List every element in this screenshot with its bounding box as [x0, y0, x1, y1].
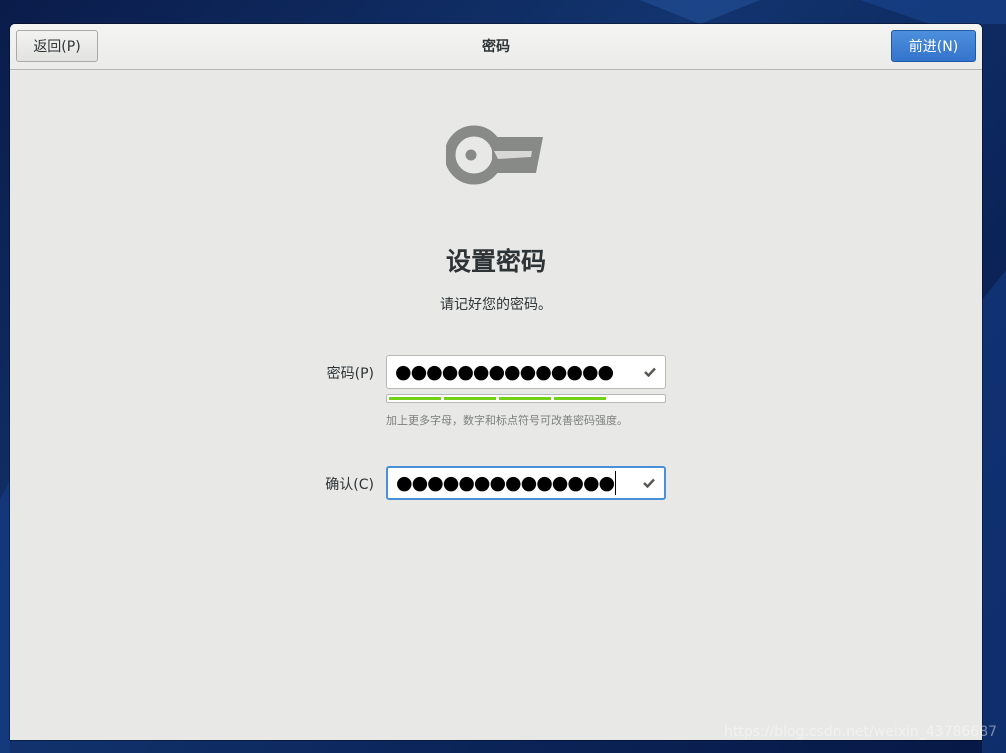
- header-bar: 密码 返回(P) 前进(N): [10, 24, 982, 70]
- confirm-label: 确认(C): [325, 477, 374, 493]
- confirm-password-input[interactable]: ●●●●●●●●●●●●●●: [386, 466, 666, 500]
- page-subtitle: 请记好您的密码。: [440, 297, 552, 313]
- next-button[interactable]: 前进(N): [891, 30, 976, 62]
- password-strength-hint: 加上更多字母，数字和标点符号可改善密码强度。: [386, 414, 628, 427]
- password-strength-bar: [386, 394, 666, 403]
- page-title: 设置密码: [445, 247, 546, 276]
- watermark: https://blog.csdn.net/weixin_43786687: [724, 724, 998, 740]
- check-icon: [644, 367, 656, 377]
- text-caret: [615, 471, 617, 495]
- check-icon: [643, 478, 655, 488]
- page-header-title: 密码: [482, 39, 510, 55]
- password-input[interactable]: ●●●●●●●●●●●●●●: [386, 355, 666, 389]
- installer-window: 密码 返回(P) 前进(N) 设置密码 请记好您的密码。 密码(P) ●●●●●…: [10, 24, 982, 740]
- password-strength-fill: [389, 397, 608, 400]
- key-icon: [446, 125, 543, 185]
- password-label: 密码(P): [326, 366, 374, 382]
- confirm-password-value: ●●●●●●●●●●●●●●: [396, 472, 615, 494]
- back-button[interactable]: 返回(P): [16, 30, 98, 62]
- confirm-password-value-wrap: ●●●●●●●●●●●●●●: [396, 468, 617, 498]
- password-value: ●●●●●●●●●●●●●●: [395, 361, 614, 383]
